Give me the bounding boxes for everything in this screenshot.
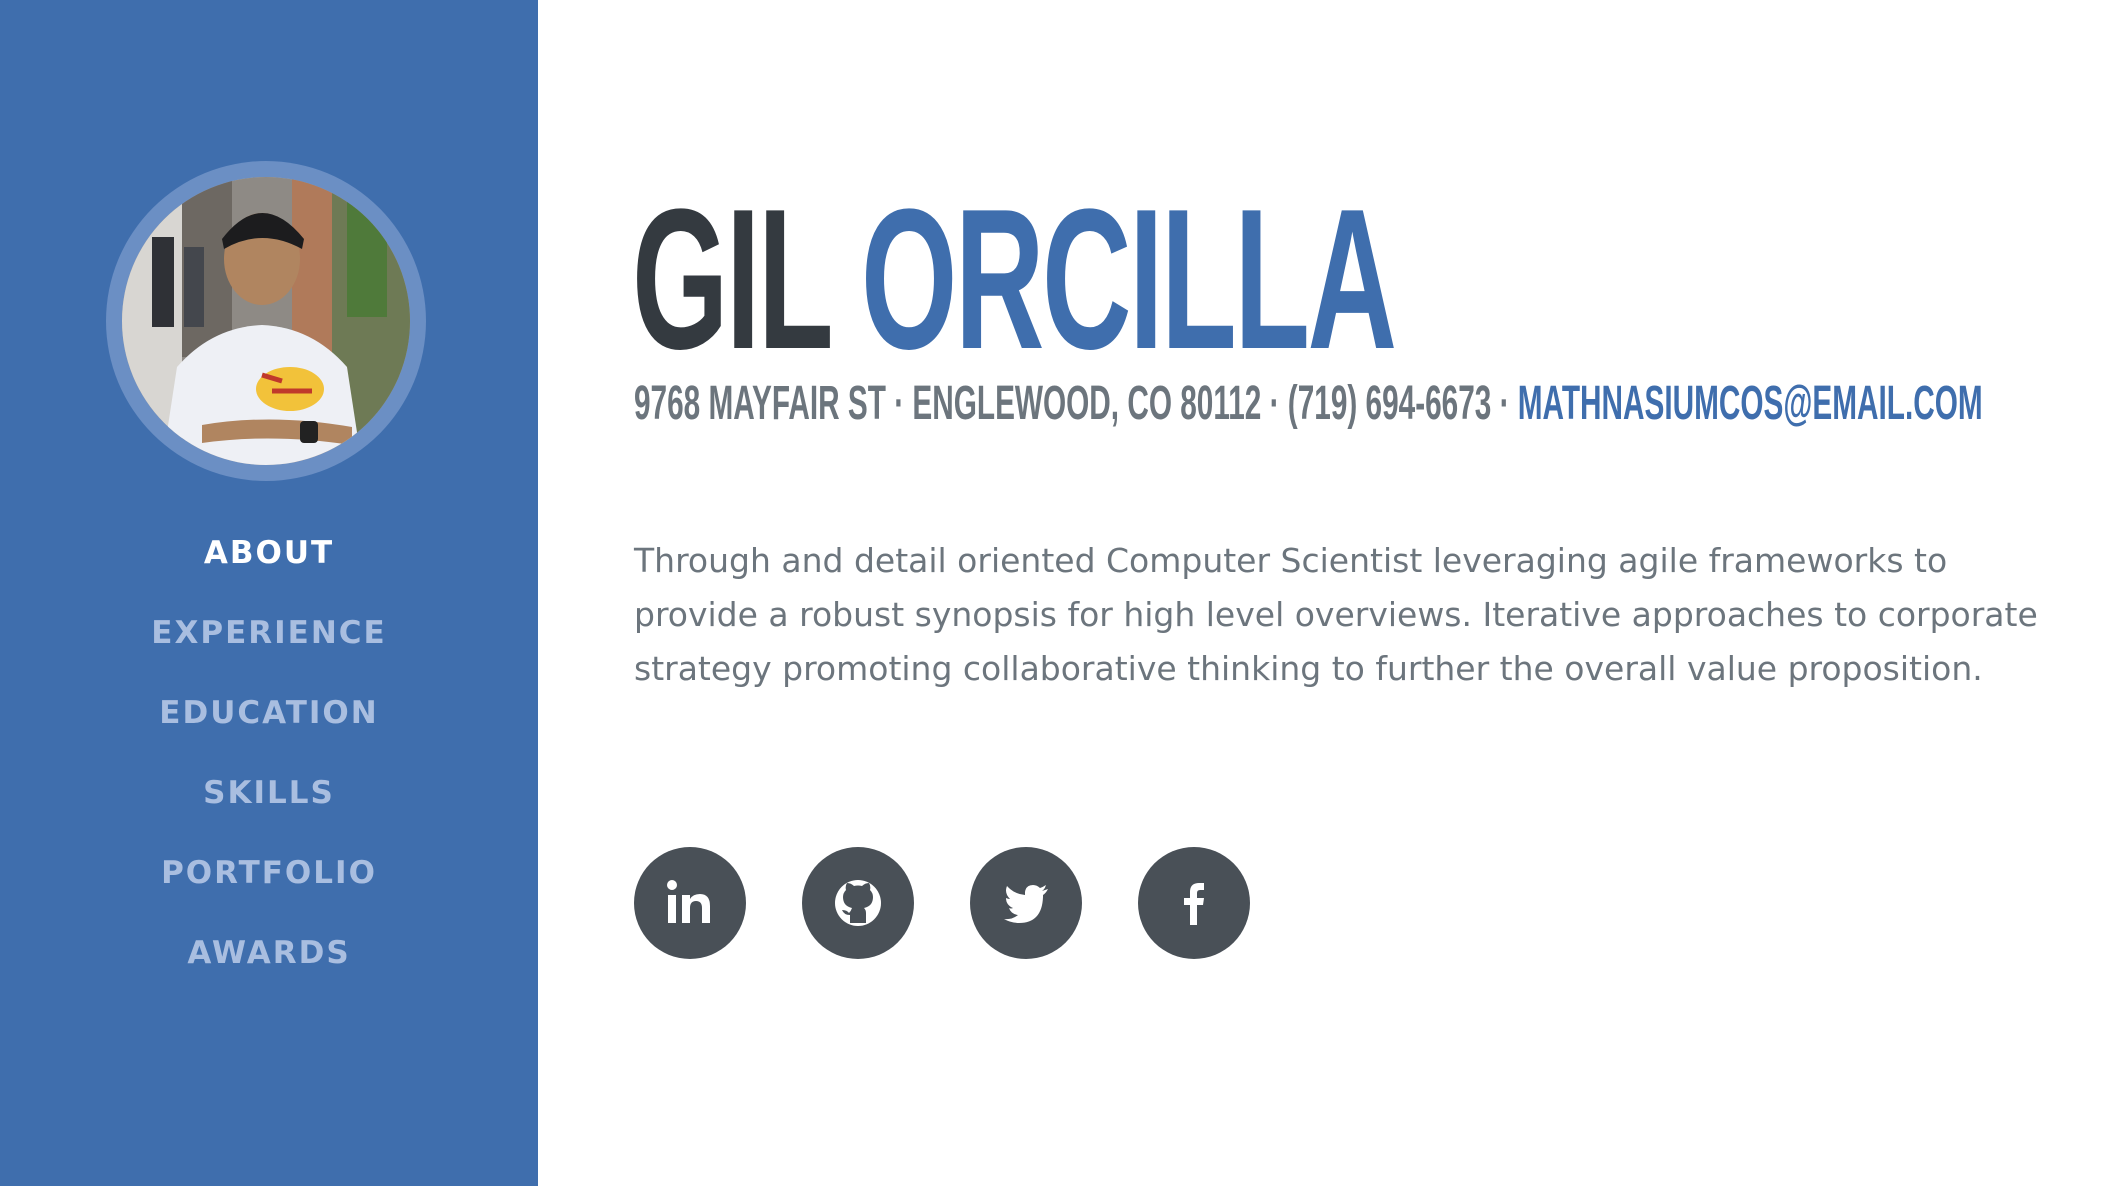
twitter-icon <box>1004 885 1048 923</box>
social-links <box>634 847 1306 959</box>
nav-item-skills[interactable]: SKILLS <box>0 768 538 848</box>
avatar <box>122 177 410 465</box>
linkedin-icon <box>667 880 710 923</box>
twitter-button[interactable] <box>970 847 1082 959</box>
contact-line: 9768 MAYFAIR ST · ENGLEWOOD, CO 80112 · … <box>634 378 1983 430</box>
github-button[interactable] <box>802 847 914 959</box>
summary-text: Through and detail oriented Computer Sci… <box>634 541 2038 688</box>
address-text: 9768 MAYFAIR ST · ENGLEWOOD, CO 80112 · … <box>634 377 1510 430</box>
nav-item-awards[interactable]: AWARDS <box>0 928 538 1008</box>
sidebar-nav: ABOUT EXPERIENCE EDUCATION SKILLS PORTFO… <box>0 528 538 1008</box>
facebook-button[interactable] <box>1138 847 1250 959</box>
sidebar: ABOUT EXPERIENCE EDUCATION SKILLS PORTFO… <box>0 0 538 1186</box>
nav-item-experience[interactable]: EXPERIENCE <box>0 608 538 688</box>
first-name: GIL <box>632 168 831 391</box>
nav-item-education[interactable]: EDUCATION <box>0 688 538 768</box>
nav-item-about[interactable]: ABOUT <box>0 528 538 608</box>
page-title: GIL ORCILLA <box>632 180 1397 380</box>
linkedin-button[interactable] <box>634 847 746 959</box>
email-link[interactable]: MATHNASIUMCOS@EMAIL.COM <box>1518 377 1983 430</box>
github-icon <box>835 880 881 926</box>
last-name: ORCILLA <box>860 168 1397 391</box>
about-section: GIL ORCILLA 9768 MAYFAIR ST · ENGLEWOOD,… <box>538 0 2106 1186</box>
avatar-photo <box>122 177 410 465</box>
nav-item-portfolio[interactable]: PORTFOLIO <box>0 848 538 928</box>
avatar-ring <box>106 161 426 481</box>
facebook-icon <box>1184 883 1204 925</box>
